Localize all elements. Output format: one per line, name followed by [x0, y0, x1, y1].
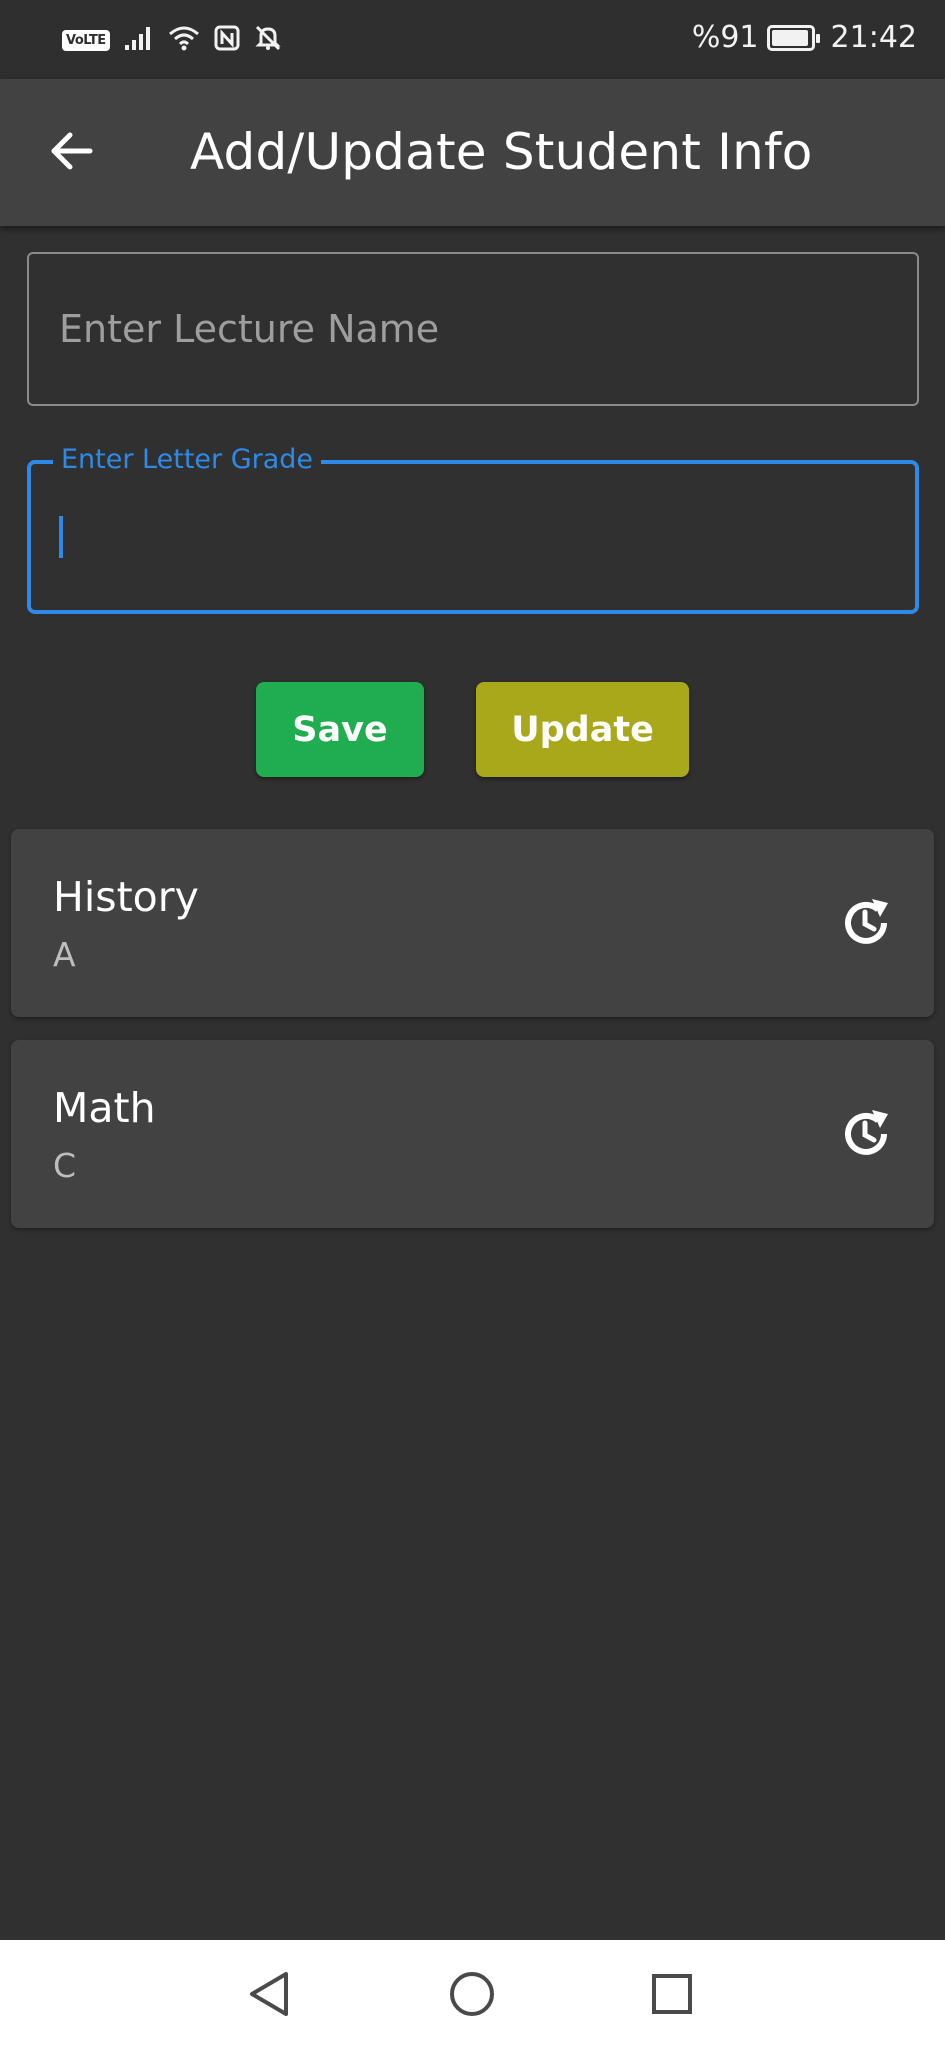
status-right: %91 21:42 — [692, 20, 917, 55]
lecture-name: History — [53, 873, 199, 921]
lecture-name-input[interactable] — [29, 254, 917, 404]
system-nav-bar — [0, 1940, 945, 2048]
battery-percent: %91 — [691, 20, 759, 55]
update-history-button[interactable] — [836, 893, 896, 953]
letter-grade-input[interactable] — [31, 464, 915, 610]
app-bar: Add/Update Student Info — [0, 79, 945, 226]
history-icon — [845, 1110, 888, 1155]
status-left: VoLTE — [62, 24, 282, 56]
letter-grade: A — [53, 935, 76, 974]
status-time: 21:42 — [830, 20, 917, 55]
letter-grade-field[interactable]: Enter Letter Grade — [27, 444, 919, 614]
nfc-icon — [214, 25, 240, 55]
update-history-button[interactable] — [836, 1104, 896, 1164]
nav-home-button[interactable] — [442, 1964, 502, 2024]
wifi-icon — [168, 25, 200, 55]
screen: VoLTE %91 21:42 Add/Update Student Info … — [0, 0, 945, 2048]
lecture-name-field[interactable] — [27, 252, 919, 406]
page-title: Add/Update Student Info — [190, 123, 813, 181]
history-icon — [845, 899, 888, 944]
status-bar: VoLTE %91 21:42 — [0, 0, 945, 79]
back-button[interactable] — [42, 121, 102, 181]
recents-square-icon — [652, 1974, 692, 2014]
save-button[interactable]: Save — [256, 682, 424, 777]
back-triangle-icon — [250, 1972, 288, 2016]
home-circle-icon — [450, 1972, 494, 2016]
signal-icon — [124, 25, 154, 55]
bell-off-icon — [254, 24, 282, 56]
nav-recents-button[interactable] — [642, 1964, 702, 2024]
list-item[interactable]: History A — [11, 829, 934, 1017]
arrow-left-icon — [51, 132, 93, 170]
lecture-name: Math — [53, 1084, 156, 1132]
volte-badge: VoLTE — [62, 29, 110, 51]
letter-grade: C — [53, 1146, 77, 1185]
battery-charging-icon — [766, 24, 820, 51]
update-button[interactable]: Update — [476, 682, 689, 777]
nav-back-button[interactable] — [240, 1964, 300, 2024]
list-item[interactable]: Math C — [11, 1040, 934, 1228]
